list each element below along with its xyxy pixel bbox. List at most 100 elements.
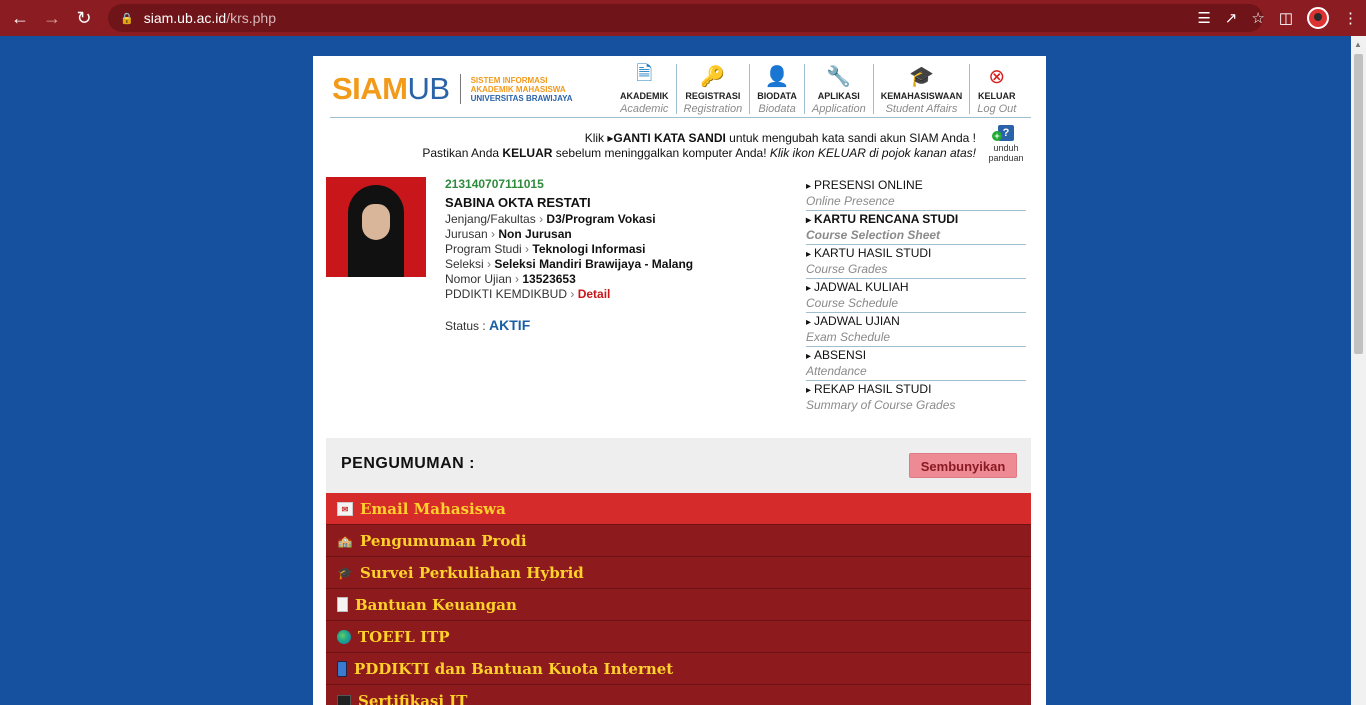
menu-label: AKADEMIK [620, 91, 669, 101]
profile-row-jenjang: Jenjang/Fakultas › D3/Program Vokasi [445, 212, 656, 226]
announcement-pddikti[interactable]: PDDIKTI dan Bantuan Kuota Internet [326, 653, 1031, 685]
pddikti-detail-link[interactable]: Detail [578, 287, 611, 301]
notice-text-part: sebelum meninggalkan komputer Anda! [552, 146, 770, 160]
globe-icon [337, 629, 351, 644]
status-label: Status : [445, 319, 486, 333]
row-label: Jenjang/Fakultas [445, 212, 536, 226]
address-bar[interactable]: 🔒 siam.ub.ac.id/krs.php [108, 4, 1263, 32]
side-sub: Course Schedule [806, 296, 899, 310]
notice-text-part: Klik [584, 131, 608, 145]
change-password-link[interactable]: GANTI KATA SANDI [613, 131, 725, 145]
notice-bold: KELUAR [502, 146, 553, 160]
row-value: D3/Program Vokasi [546, 212, 656, 226]
header: SIAM UB SISTEM INFORMASI AKADEMIK MAHASIS… [330, 56, 1031, 118]
side-title: JADWAL UJIAN [806, 314, 1026, 330]
forward-icon[interactable]: → [36, 2, 68, 34]
menu-label: APLIKASI [817, 91, 860, 101]
logo-line2: AKADEMIK MAHASISWA [470, 84, 566, 94]
announcement-bantuan[interactable]: Bantuan Keuangan [326, 589, 1031, 621]
star-icon[interactable]: ☆ [1251, 9, 1264, 27]
notice-italic: Klik ikon KELUAR di pojok kanan atas! [769, 146, 976, 160]
row-value: 13523653 [522, 272, 576, 286]
graduation-cap-icon: 🎓 [337, 565, 353, 580]
back-icon[interactable]: ← [4, 2, 36, 34]
scroll-up-icon[interactable]: ▲ [1354, 40, 1362, 49]
page-scrollbar[interactable]: ▲ [1351, 36, 1366, 705]
menu-sub: Student Affairs [885, 103, 958, 115]
hide-button[interactable]: Sembunyikan [909, 453, 1017, 478]
scroll-thumb[interactable] [1354, 54, 1363, 354]
share-icon[interactable]: ↗ [1225, 9, 1238, 27]
announcement-label: Email Mahasiswa [360, 499, 506, 518]
menu-biodata[interactable]: 👤 BIODATA Biodata [750, 64, 805, 115]
announcement-header: PENGUMUMAN : Sembunyikan [326, 438, 1031, 493]
profile-row-seleksi: Seleksi › Seleksi Mandiri Brawijaya - Ma… [445, 257, 694, 271]
menu-kemahasiswaan[interactable]: 🎓 KEMAHASISWAAN Student Affairs [874, 64, 971, 115]
student-status: Status : AKTIF [445, 318, 785, 334]
announcement-survei[interactable]: 🎓 Survei Perkuliahan Hybrid [326, 557, 1031, 589]
menu-registrasi[interactable]: 🔑 REGISTRASI Registration [677, 64, 751, 115]
side-item-krs[interactable]: KARTU RENCANA STUDI Course Selection She… [806, 211, 1026, 245]
row-label: Program Studi [445, 242, 522, 256]
browser-toolbar: ← → ↻ 🔒 siam.ub.ac.id/krs.php ☰ ↗ ☆ ◫ ⋮ [0, 0, 1366, 36]
announcement-sertifikasi[interactable]: Sertifikasi IT [326, 685, 1031, 705]
side-title: REKAP HASIL STUDI [806, 382, 1026, 398]
menu-aplikasi[interactable]: 🔧 APLIKASI Application [805, 64, 874, 115]
menu-label: REGISTRASI [685, 91, 741, 101]
side-item-jadwal-kuliah[interactable]: JADWAL KULIAH Course Schedule [806, 279, 1026, 313]
download-guide[interactable]: ? unduh panduan [986, 125, 1026, 163]
side-sub: Summary of Course Grades [806, 398, 956, 412]
lock-icon: 🔒 [120, 12, 134, 25]
announcement-email[interactable]: ✉ Email Mahasiswa [326, 493, 1031, 525]
announcement-label: Pengumuman Prodi [360, 531, 527, 550]
menu-sub: Biodata [758, 103, 796, 115]
side-title: PRESENSI ONLINE [806, 178, 1026, 194]
side-item-rekap[interactable]: REKAP HASIL STUDI Summary of Course Grad… [806, 381, 1026, 415]
profile-avatar[interactable] [1307, 7, 1329, 29]
page-container: SIAM UB SISTEM INFORMASI AKADEMIK MAHASIS… [313, 56, 1046, 705]
siamub-logo[interactable]: SIAM UB SISTEM INFORMASI AKADEMIK MAHASIS… [332, 71, 573, 107]
side-item-presensi[interactable]: PRESENSI ONLINE Online Presence [806, 177, 1026, 211]
notice-line1: Klik ▸GANTI KATA SANDI untuk mengubah ka… [422, 131, 976, 146]
announcement-label: TOEFL ITP [358, 627, 450, 646]
menu-sub: Log Out [977, 103, 1017, 115]
notice-text-part: Pastikan Anda [422, 146, 503, 160]
profile-row-ujian: Nomor Ujian › 13523653 [445, 272, 576, 286]
side-item-khs[interactable]: KARTU HASIL STUDI Course Grades [806, 245, 1026, 279]
menu-label: KEMAHASISWAAN [880, 91, 963, 101]
menu-sub: Application [811, 103, 866, 115]
row-label: Jurusan [445, 227, 488, 241]
help-download-icon: ? [992, 125, 1014, 141]
reload-icon[interactable]: ↻ [68, 2, 100, 34]
translate-icon[interactable]: ☰ [1197, 9, 1210, 27]
side-item-jadwal-ujian[interactable]: JADWAL UJIAN Exam Schedule [806, 313, 1026, 347]
notice-text: Klik ▸GANTI KATA SANDI untuk mengubah ka… [422, 131, 976, 161]
url-host: siam.ub.ac.id [143, 10, 227, 26]
side-panel-icon[interactable]: ◫ [1279, 9, 1293, 27]
mail-icon: ✉ [337, 501, 353, 516]
menu-label: KELUAR [978, 91, 1016, 101]
row-value: Non Jurusan [498, 227, 572, 241]
notice-line2: Pastikan Anda KELUAR sebelum meninggalka… [422, 146, 976, 161]
user-icon: 👤 [764, 65, 790, 88]
announcement-label: Survei Perkuliahan Hybrid [360, 563, 584, 582]
menu-icon[interactable]: ⋮ [1343, 9, 1358, 27]
side-sub: Course Grades [806, 262, 888, 276]
logo-siam: SIAM [332, 71, 408, 106]
key-icon: 🔑 [700, 65, 726, 88]
side-item-absensi[interactable]: ABSENSI Attendance [806, 347, 1026, 381]
monitor-icon [337, 694, 351, 705]
menu-sub: Registration [683, 103, 743, 115]
row-label: PDDIKTI KEMDIKBUD [445, 287, 568, 301]
announcement-prodi[interactable]: 🏫 Pengumuman Prodi [326, 525, 1031, 557]
announcement-label: Sertifikasi IT [358, 691, 468, 705]
row-value: Seleksi Mandiri Brawijaya - Malang [494, 257, 694, 271]
logo-line3: UNIVERSITAS BRAWIJAYA [470, 93, 573, 103]
status-badge: AKTIF [489, 317, 531, 333]
menu-akademik[interactable]: 🗎 AKADEMIK Academic [613, 63, 677, 115]
menu-keluar[interactable]: ⊗ KELUAR Log Out [970, 64, 1023, 116]
student-name: SABINA OKTA RESTATI [445, 195, 591, 210]
announcement-toefl[interactable]: TOEFL ITP [326, 621, 1031, 653]
announcement-label: PDDIKTI dan Bantuan Kuota Internet [354, 659, 674, 678]
student-nim: 213140707111015 [445, 177, 544, 191]
